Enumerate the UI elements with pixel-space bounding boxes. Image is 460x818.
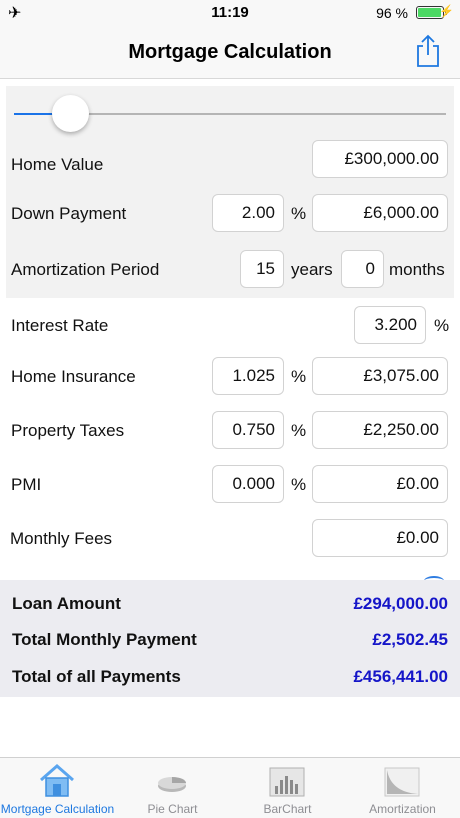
slider-thumb[interactable] xyxy=(52,95,89,132)
home-insurance-percent-field[interactable]: 1.025 xyxy=(212,357,284,395)
charging-icon: ⚡ xyxy=(439,4,454,18)
down-payment-label: Down Payment xyxy=(11,204,127,223)
percent-unit: % xyxy=(434,316,450,335)
monthly-fees-field[interactable]: £0.00 xyxy=(312,519,448,557)
pmi-percent-field[interactable]: 0.000 xyxy=(212,465,284,503)
down-payment-percent-field[interactable]: 2.00 xyxy=(212,194,284,232)
home-insurance-label: Home Insurance xyxy=(11,367,136,386)
property-taxes-percent-field[interactable]: 0.750 xyxy=(212,411,284,449)
amortization-years-field[interactable]: 15 xyxy=(240,250,284,288)
navigation-bar: Mortgage Calculation xyxy=(0,26,460,79)
amortization-period-label: Amortization Period xyxy=(11,260,160,279)
percent-unit: % xyxy=(291,367,307,386)
house-icon xyxy=(37,762,77,800)
monthly-fees-label: Monthly Fees xyxy=(10,529,113,548)
loan-amount-label: Loan Amount xyxy=(12,594,121,613)
percent-unit: % xyxy=(291,421,307,440)
page-title: Mortgage Calculation xyxy=(128,41,332,63)
results-panel: Loan Amount £294,000.00 Total Monthly Pa… xyxy=(0,580,460,697)
down-payment-amount-field[interactable]: £6,000.00 xyxy=(312,194,448,232)
pmi-amount-field[interactable]: £0.00 xyxy=(312,465,448,503)
tab-amortization[interactable]: Amortization xyxy=(345,758,460,818)
share-icon[interactable] xyxy=(414,34,442,68)
tab-label: BarChart xyxy=(263,802,312,816)
years-unit: years xyxy=(291,260,333,279)
percent-unit: % xyxy=(291,475,307,494)
tab-bar-chart[interactable]: BarChart xyxy=(230,758,345,818)
total-payments-label: Total of all Payments xyxy=(12,667,181,686)
battery-percent: 96 % xyxy=(376,5,408,21)
home-value-field[interactable]: £300,000.00 xyxy=(312,140,448,178)
tab-bar: Mortgage Calculation Pie Chart BarChart xyxy=(0,757,460,818)
loan-amount-value: £294,000.00 xyxy=(353,594,448,613)
tab-label: Pie Chart xyxy=(147,802,198,816)
amortization-chart-icon xyxy=(382,762,422,800)
status-bar: ✈ 11:19 96 % ⚡ xyxy=(0,0,460,26)
amortization-months-field[interactable]: 0 xyxy=(341,250,384,288)
pie-chart-icon xyxy=(152,762,192,800)
total-monthly-payment-label: Total Monthly Payment xyxy=(12,630,197,649)
bar-chart-icon xyxy=(267,762,307,800)
interest-rate-label: Interest Rate xyxy=(11,316,109,335)
home-value-label: Home Value xyxy=(11,155,104,174)
pmi-label: PMI xyxy=(11,475,42,494)
months-unit: months xyxy=(389,260,445,279)
tab-pie-chart[interactable]: Pie Chart xyxy=(115,758,230,818)
property-taxes-label: Property Taxes xyxy=(11,421,125,440)
property-taxes-amount-field[interactable]: £2,250.00 xyxy=(312,411,448,449)
tab-label: Mortgage Calculation xyxy=(0,802,115,816)
tab-mortgage-calculation[interactable]: Mortgage Calculation xyxy=(0,758,115,818)
interest-rate-field[interactable]: 3.200 xyxy=(354,306,426,344)
tab-label: Amortization xyxy=(369,802,436,816)
home-insurance-amount-field[interactable]: £3,075.00 xyxy=(312,357,448,395)
total-payments-value: £456,441.00 xyxy=(353,667,448,686)
percent-unit: % xyxy=(291,204,307,223)
total-monthly-payment-value: £2,502.45 xyxy=(372,630,448,649)
